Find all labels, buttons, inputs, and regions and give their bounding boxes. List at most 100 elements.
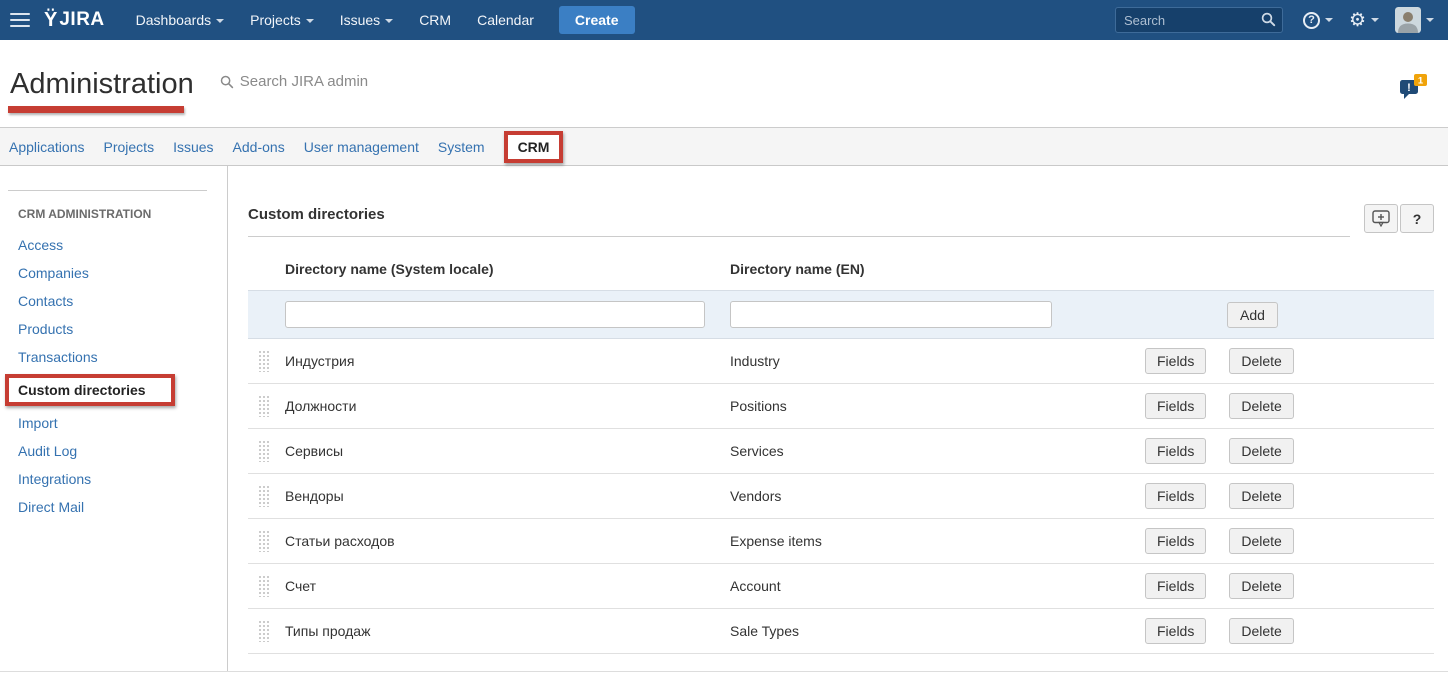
directory-name-locale: Вендоры [285, 488, 730, 504]
delete-button[interactable]: Delete [1229, 573, 1293, 599]
directory-name-locale: Должности [285, 398, 730, 414]
sidebar-item-import[interactable]: Import [0, 409, 227, 437]
delete-button[interactable]: Delete [1229, 438, 1293, 464]
nav-projects[interactable]: Projects [250, 12, 314, 28]
fields-button[interactable]: Fields [1145, 573, 1206, 599]
add-directory-row: Add [248, 290, 1434, 339]
fields-button[interactable]: Fields [1145, 483, 1206, 509]
admin-search-input[interactable] [240, 73, 460, 90]
feedback-bubble-icon [1372, 210, 1390, 227]
notification-icon[interactable]: ! 1 [1396, 72, 1430, 104]
svg-text:!: ! [1407, 82, 1411, 94]
drag-handle-icon[interactable] [258, 530, 269, 552]
fields-button[interactable]: Fields [1145, 348, 1206, 374]
tab-user-management[interactable]: User management [304, 139, 419, 155]
directory-name-locale: Счет [285, 578, 730, 594]
tab-add-ons[interactable]: Add-ons [233, 139, 285, 155]
crm-admin-sidebar: CRM ADMINISTRATION Access Companies Cont… [0, 166, 228, 671]
column-header-locale: Directory name (System locale) [285, 261, 730, 277]
drag-handle-icon[interactable] [258, 395, 269, 417]
fields-button[interactable]: Fields [1145, 393, 1206, 419]
avatar [1395, 7, 1421, 33]
directory-name-en: Positions [730, 398, 1145, 414]
sidebar-item-custom-directories[interactable]: Custom directories [5, 374, 175, 406]
table-row: Типы продаж Sale Types Fields Delete [248, 609, 1434, 654]
drag-handle-icon[interactable] [258, 575, 269, 597]
annotation-underline [8, 106, 184, 113]
tab-applications[interactable]: Applications [9, 139, 85, 155]
nav-crm[interactable]: CRM [419, 12, 451, 28]
jira-logo[interactable]: Ϋ JIRA [44, 9, 105, 32]
feedback-button[interactable] [1364, 204, 1398, 233]
add-button[interactable]: Add [1227, 302, 1278, 328]
sidebar-heading: CRM ADMINISTRATION [18, 207, 227, 221]
new-directory-locale-input[interactable] [285, 301, 705, 328]
tab-issues[interactable]: Issues [173, 139, 213, 155]
global-search [1115, 7, 1283, 33]
drag-handle-icon[interactable] [258, 620, 269, 642]
directory-name-en: Account [730, 578, 1145, 594]
sidebar-item-integrations[interactable]: Integrations [0, 465, 227, 493]
admin-search [220, 73, 460, 90]
directory-name-locale: Типы продаж [285, 623, 730, 639]
nav-dashboards[interactable]: Dashboards [136, 12, 225, 28]
directory-name-en: Expense items [730, 533, 1145, 549]
search-icon [220, 75, 234, 89]
help-menu[interactable]: ? [1303, 12, 1333, 29]
sidebar-item-access[interactable]: Access [0, 231, 227, 259]
delete-button[interactable]: Delete [1229, 393, 1293, 419]
new-directory-en-input[interactable] [730, 301, 1052, 328]
tab-projects[interactable]: Projects [104, 139, 155, 155]
sidebar-item-audit-log[interactable]: Audit Log [0, 437, 227, 465]
user-menu[interactable] [1395, 7, 1434, 33]
nav-calendar[interactable]: Calendar [477, 12, 534, 28]
directory-name-en: Services [730, 443, 1145, 459]
sidebar-item-direct-mail[interactable]: Direct Mail [0, 493, 227, 521]
fields-button[interactable]: Fields [1145, 528, 1206, 554]
help-button[interactable]: ? [1400, 204, 1434, 233]
table-row: Статьи расходов Expense items Fields Del… [248, 519, 1434, 564]
chevron-down-icon [1325, 18, 1333, 22]
directory-name-en: Vendors [730, 488, 1145, 504]
global-search-input[interactable] [1115, 7, 1283, 33]
directory-name-en: Sale Types [730, 623, 1145, 639]
directory-name-locale: Сервисы [285, 443, 730, 459]
drag-handle-icon[interactable] [258, 485, 269, 507]
sidebar-divider [8, 190, 207, 191]
admin-tab-bar: Applications Projects Issues Add-ons Use… [0, 127, 1448, 166]
fields-button[interactable]: Fields [1145, 438, 1206, 464]
table-row: Счет Account Fields Delete [248, 564, 1434, 609]
search-icon [1261, 12, 1276, 27]
chevron-down-icon [385, 19, 393, 23]
custom-directories-table: Directory name (System locale) Directory… [248, 261, 1434, 654]
sidebar-item-companies[interactable]: Companies [0, 259, 227, 287]
column-header-en: Directory name (EN) [730, 261, 1145, 277]
nav-issues[interactable]: Issues [340, 12, 393, 28]
gear-icon: ⚙ [1349, 11, 1366, 30]
tab-system[interactable]: System [438, 139, 485, 155]
delete-button[interactable]: Delete [1229, 528, 1293, 554]
notification-badge: 1 [1418, 76, 1424, 87]
chevron-down-icon [216, 19, 224, 23]
table-row: Сервисы Services Fields Delete [248, 429, 1434, 474]
fields-button[interactable]: Fields [1145, 618, 1206, 644]
delete-button[interactable]: Delete [1229, 483, 1293, 509]
delete-button[interactable]: Delete [1229, 618, 1293, 644]
settings-menu[interactable]: ⚙ [1349, 11, 1379, 30]
tab-crm[interactable]: CRM [504, 131, 564, 163]
help-icon: ? [1303, 12, 1320, 29]
table-header: Directory name (System locale) Directory… [248, 261, 1434, 290]
create-button[interactable]: Create [559, 6, 635, 34]
hamburger-menu-icon[interactable] [10, 13, 30, 27]
sidebar-item-contacts[interactable]: Contacts [0, 287, 227, 315]
sidebar-item-transactions[interactable]: Transactions [0, 343, 227, 371]
page-title: Administration [10, 68, 194, 101]
drag-handle-icon[interactable] [258, 350, 269, 372]
sidebar-item-products[interactable]: Products [0, 315, 227, 343]
directory-name-en: Industry [730, 353, 1145, 369]
jira-charlie-icon: Ϋ [44, 9, 57, 32]
directory-name-locale: Индустрия [285, 353, 730, 369]
delete-button[interactable]: Delete [1229, 348, 1293, 374]
chevron-down-icon [306, 19, 314, 23]
drag-handle-icon[interactable] [258, 440, 269, 462]
